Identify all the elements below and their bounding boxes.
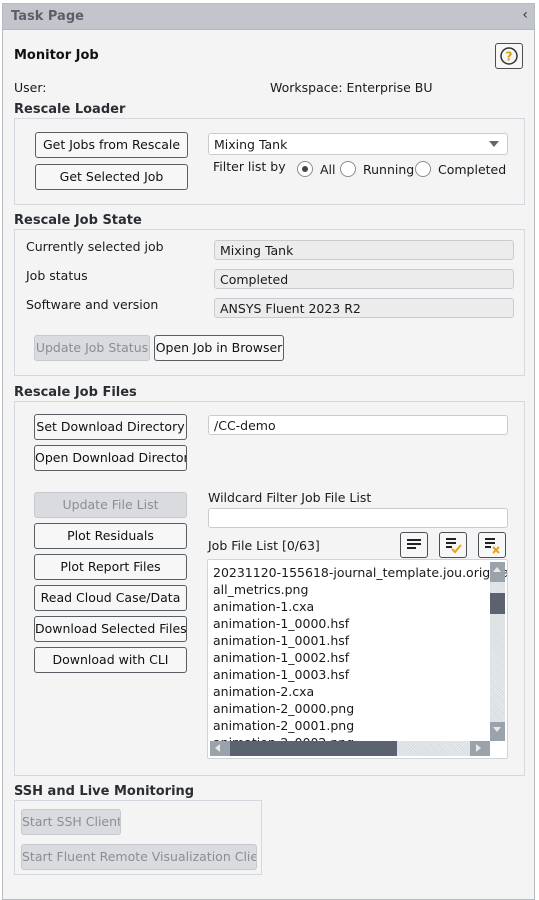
- filter-radio-completed[interactable]: [415, 161, 431, 177]
- arrow-down-icon: [493, 727, 501, 732]
- scrollbar-corner: [490, 741, 505, 756]
- job-select-value: Mixing Tank: [214, 137, 288, 152]
- vertical-scroll-thumb[interactable]: [490, 593, 505, 614]
- help-button[interactable]: ?: [495, 43, 523, 69]
- software-version-value: ANSYS Fluent 2023 R2: [214, 298, 514, 318]
- selected-job-label: Currently selected job: [26, 239, 164, 254]
- help-icon: ?: [500, 47, 518, 65]
- start-ssh-client-button[interactable]: Start SSH Client: [21, 809, 121, 835]
- chevron-left-icon[interactable]: ‹: [522, 7, 528, 23]
- job-status-label: Job status: [26, 268, 88, 283]
- wildcard-filter-input[interactable]: [208, 508, 508, 528]
- file-list-item[interactable]: animation-1_0003.hsf: [213, 666, 349, 683]
- ssh-group: Start SSH Client Start Fluent Remote Vis…: [14, 800, 262, 875]
- download-directory-input[interactable]: /CC-demo: [208, 415, 508, 435]
- section-title-job-files: Rescale Job Files: [14, 385, 137, 400]
- filter-option-completed-label: Completed: [438, 162, 507, 177]
- job-state-group: Currently selected job Mixing Tank Job s…: [14, 229, 525, 376]
- section-title-job-state: Rescale Job State: [14, 213, 142, 228]
- plot-report-files-button[interactable]: Plot Report Files: [34, 554, 187, 580]
- selected-job-value: Mixing Tank: [214, 240, 514, 260]
- select-all-button[interactable]: [439, 532, 467, 558]
- arrow-right-icon: [476, 744, 481, 752]
- filter-option-all-label: All: [320, 162, 336, 177]
- deselect-all-button[interactable]: [478, 532, 506, 558]
- filter-radio-running[interactable]: [340, 161, 356, 177]
- get-selected-job-button[interactable]: Get Selected Job: [35, 164, 188, 190]
- select-all-icon: [446, 538, 462, 554]
- file-list-item[interactable]: 20231120-155618-journal_template.jou.ori…: [213, 564, 507, 581]
- chevron-down-icon: [489, 141, 499, 147]
- start-remote-visualization-button[interactable]: Start Fluent Remote Visualization Client: [21, 844, 257, 870]
- filter-radio-all[interactable]: [297, 161, 313, 177]
- filter-label: Filter list by: [213, 159, 286, 174]
- file-list-item[interactable]: animation-1.cxa: [213, 598, 314, 615]
- horizontal-scroll-thumb[interactable]: [230, 741, 397, 756]
- file-list-item[interactable]: animation-2_0001.png: [213, 717, 354, 734]
- job-file-list-label: Job File List [0/63]: [208, 538, 320, 553]
- file-list-item[interactable]: animation-1_0000.hsf: [213, 615, 349, 632]
- download-selected-files-button[interactable]: Download Selected Files: [34, 616, 187, 642]
- task-page-title: Task Page: [11, 9, 84, 24]
- open-download-directory-button[interactable]: Open Download Directory: [34, 445, 187, 471]
- download-with-cli-button[interactable]: Download with CLI: [34, 647, 187, 673]
- job-file-list[interactable]: 20231120-155618-journal_template.jou.ori…: [207, 559, 508, 759]
- job-select-dropdown[interactable]: Mixing Tank: [208, 133, 508, 155]
- file-list-item[interactable]: animation-1_0001.hsf: [213, 632, 349, 649]
- job-status-value: Completed: [214, 269, 514, 289]
- plot-residuals-button[interactable]: Plot Residuals: [34, 523, 187, 549]
- horizontal-scrollbar[interactable]: [210, 741, 490, 756]
- wildcard-filter-label: Wildcard Filter Job File List: [208, 490, 372, 505]
- scroll-up-button[interactable]: [490, 562, 505, 582]
- open-job-in-browser-button[interactable]: Open Job in Browser: [154, 335, 284, 361]
- file-list-item[interactable]: animation-2_0000.png: [213, 700, 354, 717]
- task-page-titlebar: Task Page ‹: [3, 4, 534, 30]
- filter-option-running-label: Running: [363, 162, 415, 177]
- read-cloud-case-data-button[interactable]: Read Cloud Case/Data: [34, 585, 187, 611]
- section-title-rescale-loader: Rescale Loader: [14, 102, 126, 117]
- arrow-up-icon: [493, 567, 501, 572]
- workspace-label: Workspace: Enterprise BU: [270, 80, 433, 95]
- vertical-scrollbar[interactable]: [490, 562, 505, 742]
- file-list-item[interactable]: animation-1_0002.hsf: [213, 649, 349, 666]
- deselect-all-icon: [485, 538, 500, 554]
- scroll-right-button[interactable]: [470, 741, 490, 756]
- list-view-button[interactable]: [400, 532, 428, 558]
- arrow-left-icon: [215, 744, 220, 752]
- list-icon: [407, 539, 421, 549]
- software-version-label: Software and version: [26, 297, 159, 312]
- rescale-loader-group: Get Jobs from Rescale Get Selected Job M…: [14, 118, 525, 205]
- file-list-item[interactable]: all_metrics.png: [213, 581, 308, 598]
- update-job-status-button[interactable]: Update Job Status: [34, 335, 150, 361]
- svg-text:?: ?: [506, 50, 513, 64]
- set-download-directory-button[interactable]: Set Download Directory: [34, 414, 187, 440]
- update-file-list-button[interactable]: Update File List: [34, 492, 187, 518]
- get-jobs-button[interactable]: Get Jobs from Rescale: [35, 132, 188, 158]
- file-list-item[interactable]: animation-2.cxa: [213, 683, 314, 700]
- scroll-down-button[interactable]: [490, 722, 505, 742]
- page-title: Monitor Job: [14, 48, 99, 63]
- task-page-panel: Task Page ‹ Monitor Job ? User: Workspac…: [2, 3, 535, 900]
- user-label: User:: [14, 80, 47, 95]
- scroll-left-button[interactable]: [210, 741, 230, 756]
- section-title-ssh: SSH and Live Monitoring: [14, 784, 195, 799]
